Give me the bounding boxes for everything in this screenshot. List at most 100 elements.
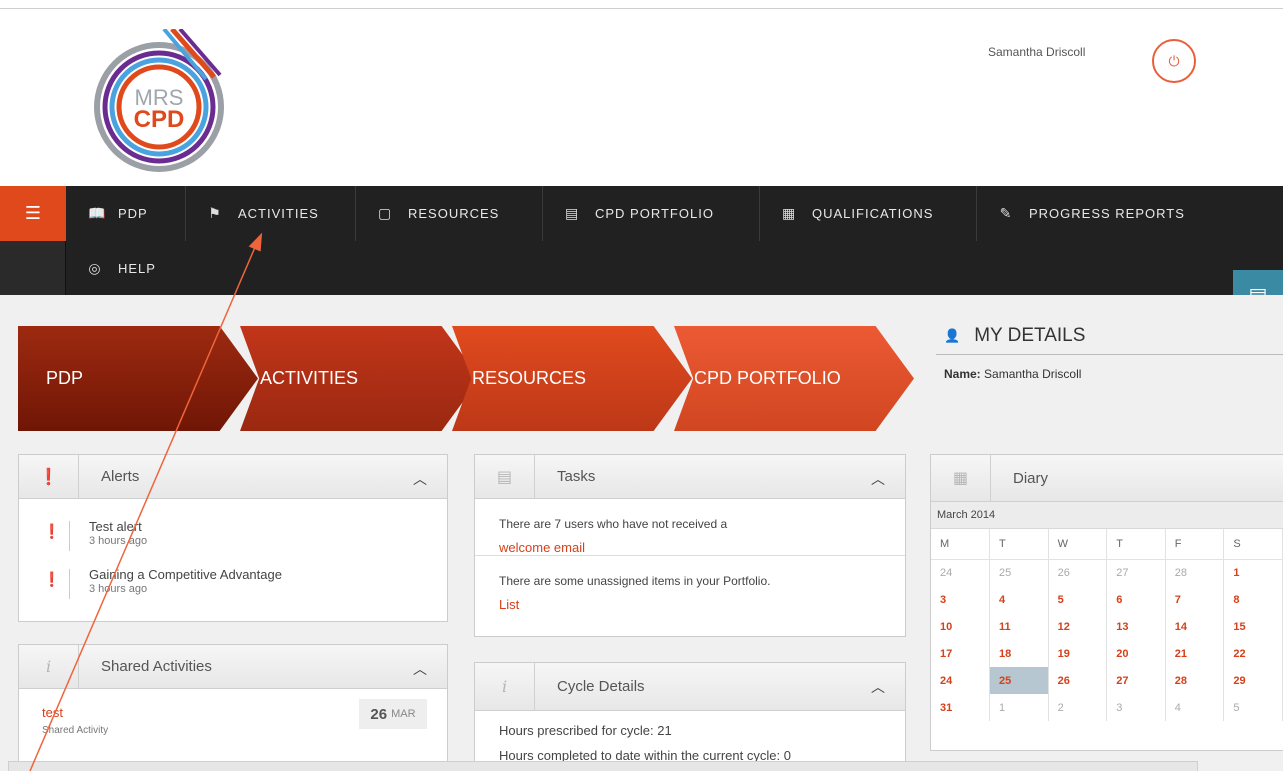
calendar-day[interactable]: 10: [931, 613, 991, 640]
weekday-label: M: [931, 529, 991, 560]
menu-toggle-button[interactable]: ☰: [0, 186, 66, 241]
calendar-day[interactable]: 21: [1165, 640, 1225, 667]
calendar-day-today[interactable]: 25: [989, 667, 1049, 694]
calendar-day[interactable]: 7: [1165, 586, 1225, 613]
divider: [69, 521, 70, 551]
chevron-up-icon[interactable]: ︿: [871, 677, 885, 697]
lifebuoy-icon: ◎: [88, 259, 102, 276]
calendar-day[interactable]: 17: [931, 640, 991, 667]
calendar-day[interactable]: 5: [1048, 586, 1108, 613]
edit-icon: ✎: [999, 205, 1013, 221]
tasks-panel-header[interactable]: ▤ Tasks ︿: [475, 454, 905, 499]
info-icon: i: [19, 644, 79, 689]
shared-activities-panel: i Shared Activities ︿ test Shared Activi…: [18, 644, 448, 771]
nav-item-resources[interactable]: ▢ RESOURCES: [356, 186, 543, 241]
activities-icon: ⚑: [208, 205, 222, 221]
chevron-up-icon[interactable]: ︿: [413, 469, 427, 489]
horizontal-scrollbar[interactable]: [8, 761, 1198, 771]
step-cpd-portfolio[interactable]: CPD PORTFOLIO: [674, 326, 914, 431]
calendar-day[interactable]: 5: [1223, 694, 1283, 721]
nav-item-qualifications[interactable]: ▦ QUALIFICATIONS: [760, 186, 977, 241]
alert-title[interactable]: Test alert: [89, 519, 142, 534]
shared-activity-title[interactable]: test: [42, 705, 63, 720]
task-text: There are some unassigned items in your …: [499, 574, 771, 588]
nav-item-activities[interactable]: ⚑ ACTIVITIES: [186, 186, 356, 241]
panel-title: Tasks: [557, 468, 596, 485]
calendar-day[interactable]: 29: [1223, 667, 1283, 694]
nav-item-pdp[interactable]: 📖 PDP: [66, 186, 186, 241]
calendar-day[interactable]: 1: [1223, 559, 1283, 586]
weekday-label: F: [1165, 529, 1225, 560]
calendar-day[interactable]: 1: [989, 694, 1049, 721]
calendar-day[interactable]: 13: [1106, 613, 1166, 640]
cycle-details-header[interactable]: i Cycle Details ︿: [475, 662, 905, 711]
logout-button[interactable]: ⏻: [1152, 39, 1196, 83]
calendar-day[interactable]: 4: [1165, 694, 1225, 721]
mrs-cpd-logo[interactable]: MRS CPD: [92, 29, 232, 174]
logo-text-cpd: CPD: [134, 106, 185, 133]
alerts-panel-header[interactable]: ❗ Alerts ︿: [19, 454, 447, 499]
calendar-day[interactable]: 2: [1048, 694, 1108, 721]
calendar-day[interactable]: 27: [1106, 667, 1166, 694]
step-label: CPD PORTFOLIO: [694, 368, 841, 388]
calendar-day[interactable]: 20: [1106, 640, 1166, 667]
task-text: There are 7 users who have not received …: [499, 517, 728, 531]
chevron-up-icon[interactable]: ︿: [413, 659, 427, 679]
calendar-day[interactable]: 24: [931, 667, 991, 694]
diary-panel: ▦ Diary March 2014 M T W T F S 24 25 26 …: [930, 454, 1283, 751]
calendar-day[interactable]: 31: [931, 694, 991, 721]
calendar-day[interactable]: 26: [1048, 559, 1108, 586]
alert-item[interactable]: ❗ Gaining a Competitive Advantage 3 hour…: [19, 561, 447, 609]
calendar-day[interactable]: 15: [1223, 613, 1283, 640]
alert-icon: ❗: [19, 454, 79, 499]
shared-activity-sub: Shared Activity: [42, 725, 109, 736]
calendar-day[interactable]: 11: [989, 613, 1049, 640]
folder-icon: ▢: [378, 205, 393, 221]
calendar-day[interactable]: 28: [1165, 559, 1225, 586]
alert-item[interactable]: ❗ Test alert 3 hours ago: [19, 513, 447, 561]
book-icon: 📖: [88, 205, 107, 221]
calendar-day[interactable]: 24: [931, 559, 991, 586]
step-resources[interactable]: RESOURCES: [452, 326, 692, 431]
nav-item-cpd-portfolio[interactable]: ▤ CPD PORTFOLIO: [543, 186, 760, 241]
name-value: Samantha Driscoll: [984, 367, 1082, 381]
calendar-month: March 2014: [931, 502, 1283, 529]
clipboard-icon: ▤: [565, 205, 580, 221]
calendar-day[interactable]: 22: [1223, 640, 1283, 667]
chevron-up-icon[interactable]: ︿: [871, 469, 885, 489]
calendar-day[interactable]: 18: [989, 640, 1049, 667]
weekday-label: T: [989, 529, 1049, 560]
step-pdp[interactable]: PDP: [18, 326, 258, 431]
shared-activities-header[interactable]: i Shared Activities ︿: [19, 644, 447, 689]
calendar-day[interactable]: 8: [1223, 586, 1283, 613]
list-link[interactable]: List: [499, 593, 881, 616]
calendar-day[interactable]: 4: [989, 586, 1049, 613]
panel-title: Alerts: [101, 468, 140, 485]
nav-item-help[interactable]: ◎ HELP: [66, 241, 186, 295]
nav-item-progress-reports[interactable]: ✎ PROGRESS REPORTS: [977, 186, 1237, 241]
nav-toggle-spacer: [0, 241, 66, 295]
calendar-day[interactable]: 12: [1048, 613, 1108, 640]
hamburger-icon: ☰: [24, 203, 42, 223]
nav-item-label: PDP: [118, 206, 148, 221]
divider: [936, 354, 1283, 355]
calendar-day[interactable]: 6: [1106, 586, 1166, 613]
calendar-day[interactable]: 19: [1048, 640, 1108, 667]
calendar-day[interactable]: 3: [1106, 694, 1166, 721]
alert-title[interactable]: Gaining a Competitive Advantage: [89, 567, 282, 582]
calendar-icon: ▦: [931, 454, 991, 502]
step-activities[interactable]: ACTIVITIES: [240, 326, 480, 431]
my-details-name: Name: Samantha Driscoll: [944, 367, 1081, 381]
nav-item-label: RESOURCES: [408, 206, 500, 221]
diary-header[interactable]: ▦ Diary: [931, 454, 1283, 502]
calendar-day[interactable]: 25: [989, 559, 1049, 586]
nav-item-label: QUALIFICATIONS: [812, 206, 934, 221]
calendar-day[interactable]: 26: [1048, 667, 1108, 694]
calendar-day[interactable]: 14: [1165, 613, 1225, 640]
shared-activity-item[interactable]: test Shared Activity 26 MAR: [19, 689, 447, 769]
name-label: Name:: [944, 367, 981, 381]
calendar-day[interactable]: 27: [1106, 559, 1166, 586]
calendar-day[interactable]: 3: [931, 586, 991, 613]
user-name[interactable]: Samantha Driscoll: [988, 45, 1085, 59]
calendar-day[interactable]: 28: [1165, 667, 1225, 694]
